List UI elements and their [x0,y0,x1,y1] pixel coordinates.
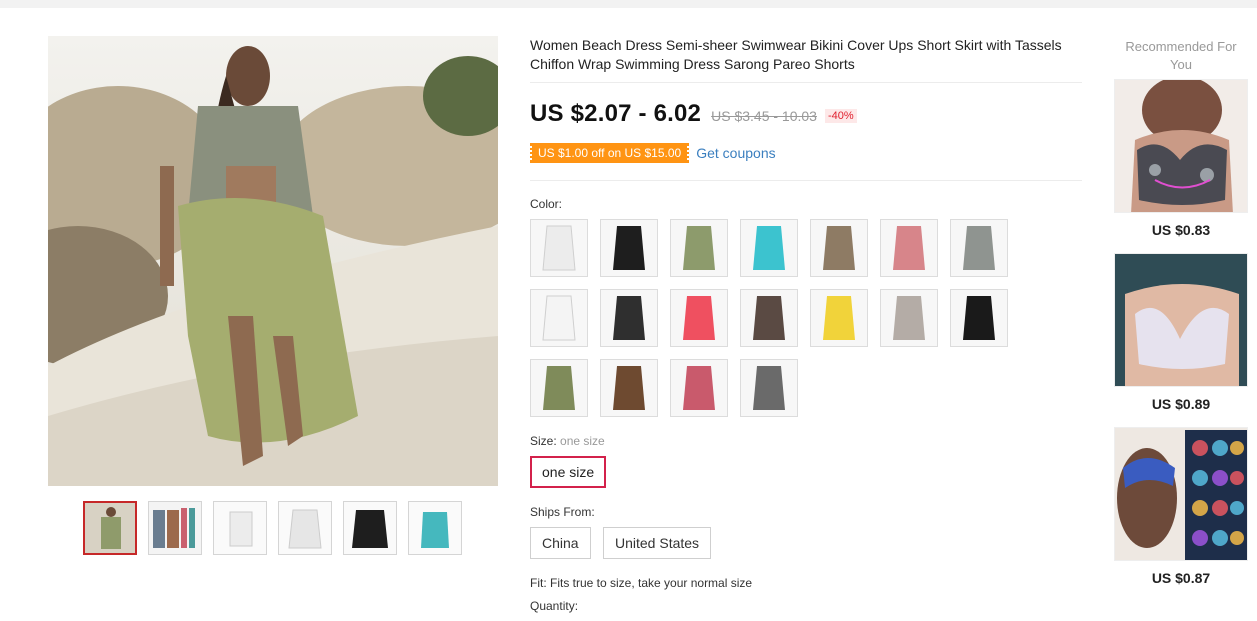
ships-from-united-states-button[interactable]: United States [603,527,712,559]
color-swatch-8[interactable] [530,289,588,347]
thumbnail-5[interactable] [343,501,397,555]
size-label: Size: [530,434,557,448]
color-swatch-17[interactable] [670,359,728,417]
color-swatch-9[interactable] [600,289,658,347]
recommended-item-image[interactable] [1114,253,1248,387]
title-divider [530,82,1082,83]
color-swatch-1[interactable] [530,219,588,277]
swatch-image [601,220,657,276]
swatch-image [601,360,657,416]
color-swatch-10[interactable] [670,289,728,347]
swatch-image [671,290,727,346]
color-swatch-2[interactable] [600,219,658,277]
recommended-item-price: US $0.87 [1151,570,1211,586]
recommended-item-2[interactable]: US $0.89 [1114,253,1248,412]
recommended-title: Recommended For You [1125,39,1237,72]
swatch-image [881,220,937,276]
color-swatch-11[interactable] [740,289,798,347]
size-label-row: Size: one size [530,434,605,448]
color-swatch-12[interactable] [810,289,868,347]
sale-price: US $2.07 - 6.02 [530,100,702,127]
original-price: US $3.45 - 10.03 [711,108,817,124]
swatch-image [741,290,797,346]
color-swatch-13[interactable] [880,289,938,347]
section-divider [530,180,1082,181]
color-swatch-7[interactable] [950,219,1008,277]
swatch-image [741,360,797,416]
thumbnail-3[interactable] [213,501,267,555]
color-swatch-5[interactable] [810,219,868,277]
top-bar [0,0,1257,8]
discount-badge: -40% [824,109,857,123]
ships-from-china-button[interactable]: China [530,527,591,559]
color-swatch-16[interactable] [600,359,658,417]
recommended-item-price: US $0.89 [1151,396,1211,412]
thumbnail-1[interactable] [83,501,137,555]
get-coupons-link[interactable]: Get coupons [696,145,775,161]
fit-text: Fit: Fits true to size, take your normal… [530,576,753,590]
swatch-image [531,290,587,346]
swatch-image [531,360,587,416]
price-row: US $2.07 - 6.02 US $3.45 - 10.03 -40% [530,100,857,128]
recommended-item-image[interactable] [1114,79,1248,213]
coupon-row: US $1.00 off on US $15.00 Get coupons [527,143,776,163]
swatch-image [951,220,1007,276]
swatch-image [741,220,797,276]
thumbnail-6[interactable] [408,501,462,555]
color-swatch-6[interactable] [880,219,938,277]
swatch-image [811,290,867,346]
color-swatch-3[interactable] [670,219,728,277]
size-option-button[interactable]: one size [530,456,607,488]
color-swatch-18[interactable] [740,359,798,417]
swatch-image [881,290,937,346]
recommended-item-image[interactable] [1114,427,1248,561]
swatch-image [671,220,727,276]
swatch-image [671,360,727,416]
ships-from-label: Ships From: [530,505,595,519]
swatch-image [951,290,1007,346]
swatch-image [531,220,587,276]
thumbnail-4[interactable] [278,501,332,555]
color-swatch-4[interactable] [740,219,798,277]
color-swatch-15[interactable] [530,359,588,417]
quantity-label: Quantity: [530,599,579,613]
coupon-tag[interactable]: US $1.00 off on US $15.00 [527,143,692,163]
color-swatch-14[interactable] [950,289,1008,347]
color-label: Color: [530,197,563,211]
thumbnail-2[interactable] [148,501,202,555]
size-selected: one size [560,434,605,448]
recommended-item-1[interactable]: US $0.83 [1114,79,1248,238]
recommended-item-price: US $0.83 [1151,222,1211,238]
thumbnail-strip [83,501,462,555]
main-product-image[interactable] [48,36,498,486]
color-swatches [530,219,1030,417]
product-title: Women Beach Dress Semi-sheer Swimwear Bi… [530,37,1062,72]
swatch-image [601,290,657,346]
swatch-image [811,220,867,276]
recommended-item-3[interactable]: US $0.87 [1114,427,1248,586]
